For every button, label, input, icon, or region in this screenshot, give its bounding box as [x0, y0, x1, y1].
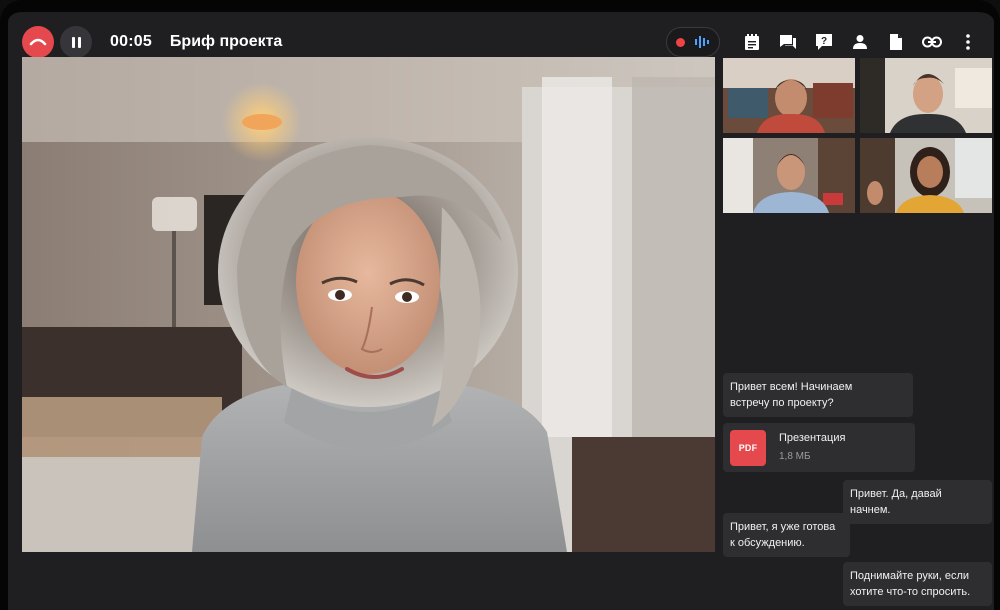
link-button[interactable]	[914, 24, 950, 60]
pause-icon	[71, 36, 75, 48]
help-button[interactable]: ?	[806, 24, 842, 60]
message-text: хотите что-то спросить.	[850, 586, 971, 598]
pause-button[interactable]	[60, 26, 92, 58]
call-timer: 00:05	[110, 33, 152, 50]
audio-wave-icon	[694, 36, 709, 48]
document-button[interactable]	[878, 24, 914, 60]
participant-tile-4[interactable]	[860, 138, 992, 213]
main-speaker-video[interactable]	[22, 57, 715, 552]
help-icon: ?	[816, 34, 832, 50]
end-call-button[interactable]	[22, 26, 54, 58]
link-icon	[922, 36, 942, 48]
participant-video-3	[723, 138, 855, 213]
recording-indicator[interactable]	[666, 27, 720, 57]
chat-message-4: Поднимайте руки, если хотите что-то спро…	[843, 562, 992, 606]
message-text: Поднимайте руки, если	[850, 570, 970, 582]
message-text: Привет всем! Начинаем	[730, 381, 853, 393]
chat-button[interactable]	[770, 24, 806, 60]
chat-message-1: Привет всем! Начинаем встречу по проекту…	[723, 373, 913, 417]
message-text: к обсуждению.	[730, 537, 805, 549]
more-button[interactable]	[950, 24, 986, 60]
message-text: Привет, я уже готова	[730, 521, 836, 533]
participant-tile-1[interactable]	[723, 58, 855, 133]
file-attachment[interactable]: PDF Презентация 1,8 МБ	[723, 423, 915, 472]
message-text: встречу по проекту?	[730, 397, 834, 409]
svg-text:?: ?	[821, 36, 827, 47]
end-call-icon	[29, 38, 47, 46]
more-vertical-icon	[966, 34, 970, 50]
participant-video-4	[860, 138, 992, 213]
participant-video-2	[860, 58, 992, 133]
chat-message-3: Привет, я уже готова к обсуждению.	[723, 513, 850, 557]
message-text: Привет. Да, давай начнем.	[850, 488, 942, 516]
call-title: Бриф проекта	[169, 33, 283, 50]
file-size: 1,8 МБ	[779, 451, 811, 462]
notes-button[interactable]	[734, 24, 770, 60]
participant-video-1	[723, 58, 855, 133]
chat-icon	[780, 35, 796, 49]
record-icon	[675, 37, 685, 47]
file-name: Презентация	[779, 432, 846, 444]
document-icon	[890, 34, 902, 50]
participant-tile-3[interactable]	[723, 138, 855, 213]
participant-tile-2[interactable]	[860, 58, 992, 133]
notes-icon	[745, 34, 759, 50]
chat-message-2: Привет. Да, давай начнем.	[843, 480, 992, 524]
person-icon	[853, 35, 867, 49]
pdf-file-icon: PDF	[730, 430, 766, 466]
participants-button[interactable]	[842, 24, 878, 60]
speaker-video-frame	[22, 57, 715, 552]
